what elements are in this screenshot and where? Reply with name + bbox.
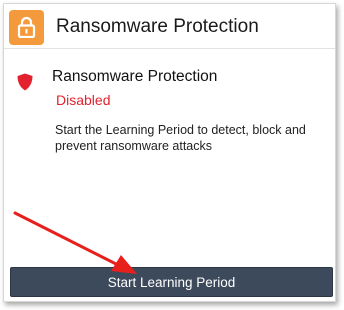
header-title: Ransomware Protection xyxy=(56,16,259,37)
shield-icon xyxy=(17,73,33,91)
section-title: Ransomware Protection xyxy=(52,68,218,85)
ransomware-protection-card: Ransomware Protection Ransomware Protect… xyxy=(3,3,336,302)
padlock-icon xyxy=(9,10,44,45)
status-label: Disabled xyxy=(56,92,111,108)
start-learning-period-button[interactable]: Start Learning Period xyxy=(10,267,333,297)
description-text: Start the Learning Period to detect, blo… xyxy=(55,123,306,153)
card-header: Ransomware Protection xyxy=(4,4,335,49)
